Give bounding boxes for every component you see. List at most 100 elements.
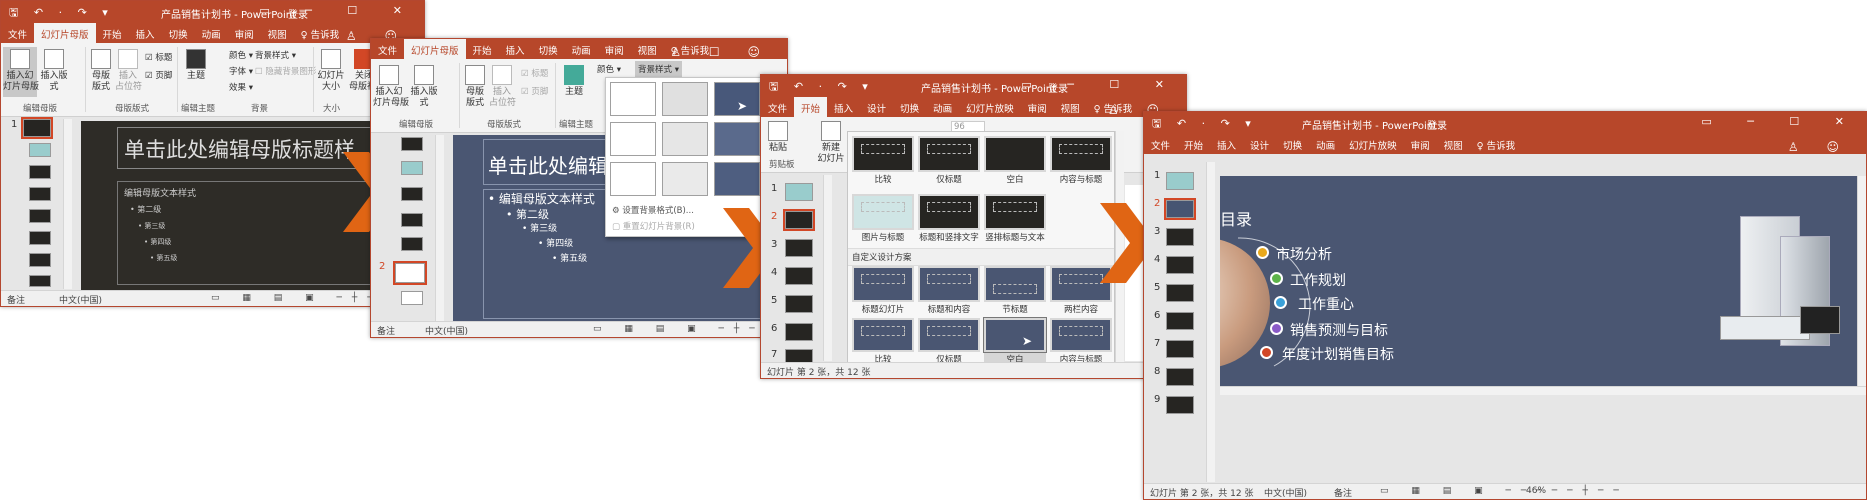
slide-thumbnail[interactable] xyxy=(785,183,813,201)
view-buttons[interactable]: ▭ ▦ ▤ ▣ ─┼─ xyxy=(593,324,765,334)
slide-thumbnail[interactable] xyxy=(785,349,813,363)
bg-style-option[interactable] xyxy=(714,162,760,196)
layout-option[interactable] xyxy=(852,318,914,352)
layout-option[interactable] xyxy=(852,266,914,302)
slide-thumbnail[interactable] xyxy=(1166,284,1194,302)
layout-option[interactable] xyxy=(1050,318,1112,352)
tab-insert[interactable]: 插入 xyxy=(499,39,532,59)
insert-layout-button[interactable]: 插入版式 xyxy=(39,49,69,93)
tab-transitions[interactable]: 切换 xyxy=(893,97,926,117)
layout-option[interactable] xyxy=(852,136,914,172)
tab-file[interactable]: 文件 xyxy=(371,39,404,59)
thumbnail-scrollbar[interactable] xyxy=(1206,162,1215,482)
bg-style-option[interactable] xyxy=(662,82,708,116)
insert-master-button[interactable]: 插入幻 灯片母版 xyxy=(3,47,39,97)
slide-thumbnail[interactable] xyxy=(1166,396,1194,414)
canvas-vertical-scrollbar[interactable] xyxy=(1857,176,1866,386)
master-layout-button[interactable]: 母版 版式 xyxy=(89,49,113,93)
tab-slideshow[interactable]: 幻灯片放映 xyxy=(1342,134,1404,154)
title-checkbox[interactable]: ☑ 标题 xyxy=(521,67,548,79)
effects-dropdown[interactable]: 效果 ▾ xyxy=(229,81,253,93)
window-controls[interactable]: ▭ ─ ☐ ✕ xyxy=(259,4,418,17)
bg-style-option[interactable] xyxy=(662,122,708,156)
zoom-level[interactable]: 46% xyxy=(1526,486,1546,496)
tab-review[interactable]: 审阅 xyxy=(228,23,261,43)
tab-view[interactable]: 视图 xyxy=(261,23,294,43)
bg-style-option[interactable] xyxy=(610,162,656,196)
tab-animations[interactable]: 动画 xyxy=(1309,134,1342,154)
paste-button[interactable]: 粘贴 xyxy=(765,121,791,154)
master-thumbnail[interactable] xyxy=(21,117,53,139)
tab-file[interactable]: 文件 xyxy=(761,97,794,117)
slide-thumbnail[interactable] xyxy=(785,323,813,341)
slide-thumbnail[interactable] xyxy=(1166,228,1194,246)
tab-home[interactable]: 开始 xyxy=(466,39,499,59)
layout-option[interactable] xyxy=(918,194,980,230)
tab-home[interactable]: 开始 xyxy=(96,23,129,43)
layout-thumbnail[interactable] xyxy=(401,237,423,251)
tab-review[interactable]: 审阅 xyxy=(598,39,631,59)
view-buttons[interactable]: ▭ ▦ ▤ ▣ ─────┼── xyxy=(1380,486,1629,496)
insert-placeholder-button[interactable]: 插入 占位符 xyxy=(489,65,516,109)
tab-review[interactable]: 审阅 xyxy=(1021,97,1054,117)
slide-thumbnail[interactable] xyxy=(1166,256,1194,274)
tab-file[interactable]: 文件 xyxy=(1144,134,1177,154)
tab-home[interactable]: 开始 xyxy=(794,97,828,117)
notes-button[interactable]: 备注 xyxy=(7,293,25,306)
quick-access-toolbar[interactable]: 🖫 ↶ · ↷ ▾ xyxy=(9,4,114,23)
tab-animations[interactable]: 动画 xyxy=(565,39,598,59)
insert-layout-button[interactable]: 插入版式 xyxy=(409,65,439,109)
layout-thumbnail[interactable] xyxy=(29,165,51,179)
layout-option[interactable] xyxy=(852,194,914,230)
reset-background-menu-item[interactable]: ▢ 重置幻灯片背景(R) xyxy=(612,220,695,232)
thumbnail-scrollbar[interactable] xyxy=(435,135,444,321)
tab-transitions[interactable]: 切换 xyxy=(162,23,195,43)
tab-transitions[interactable]: 切换 xyxy=(532,39,565,59)
colors-dropdown[interactable]: 颜色 ▾ xyxy=(597,63,621,75)
tab-slide-master[interactable]: 幻灯片母版 xyxy=(34,23,96,43)
notes-button[interactable]: 备注 xyxy=(377,324,395,337)
tab-slideshow[interactable]: 幻灯片放映 xyxy=(959,97,1021,117)
quick-access-toolbar[interactable]: 🖫 ↶ · ↷ ▾ xyxy=(769,78,874,97)
tab-animations[interactable]: 动画 xyxy=(195,23,228,43)
footer-checkbox[interactable]: ☑ 页脚 xyxy=(145,69,172,81)
layout-option[interactable] xyxy=(1050,136,1112,172)
tab-view[interactable]: 视图 xyxy=(631,39,664,59)
layout-thumbnail[interactable] xyxy=(401,291,423,305)
tab-insert[interactable]: 插入 xyxy=(1210,134,1243,154)
bg-style-option[interactable]: ➤ xyxy=(714,82,760,116)
slide-thumbnail[interactable] xyxy=(1166,368,1194,386)
tab-view[interactable]: 视图 xyxy=(1054,97,1087,117)
colors-dropdown[interactable]: 颜色 ▾ xyxy=(229,49,253,61)
slide-thumbnail[interactable] xyxy=(1166,172,1194,190)
layout-option[interactable] xyxy=(918,136,980,172)
tab-insert[interactable]: 插入 xyxy=(827,97,860,117)
bg-style-option[interactable] xyxy=(610,82,656,116)
master-layout-button[interactable]: 母版 版式 xyxy=(463,65,487,109)
slide-thumbnail[interactable] xyxy=(785,239,813,257)
account-icons[interactable]: ♙ ☐ ☺ xyxy=(663,41,779,61)
bg-style-option[interactable] xyxy=(662,162,708,196)
theme-button[interactable]: 主题 xyxy=(183,49,209,82)
selected-master-thumbnail[interactable] xyxy=(393,261,427,285)
format-background-menu-item[interactable]: ⚙ 设置背景格式(B)... xyxy=(612,204,694,216)
bg-style-option[interactable] xyxy=(714,122,760,156)
window-controls[interactable]: ▭ ─ ☐ ✕ xyxy=(1021,78,1180,91)
tab-slide-master[interactable]: 幻灯片母版 xyxy=(404,39,466,59)
layout-thumbnail[interactable] xyxy=(401,213,423,227)
bg-style-option[interactable] xyxy=(610,122,656,156)
fonts-dropdown[interactable]: 字体 ▾ xyxy=(229,65,253,77)
layout-option[interactable] xyxy=(918,318,980,352)
tab-file[interactable]: 文件 xyxy=(1,23,34,43)
tab-design[interactable]: 设计 xyxy=(1243,134,1276,154)
layout-thumbnail[interactable] xyxy=(29,209,51,223)
thumbnail-scrollbar[interactable] xyxy=(63,119,72,289)
new-slide-button[interactable]: 新建 幻灯片 xyxy=(815,121,847,165)
slide-size-button[interactable]: 幻灯片 大小 xyxy=(317,49,345,93)
insert-master-button[interactable]: 插入幻 灯片母版 xyxy=(373,65,409,109)
window-controls[interactable]: ▭ ─ ☐ ✕ xyxy=(1701,115,1860,128)
theme-button[interactable]: 主题 xyxy=(561,65,587,98)
layout-thumbnail[interactable] xyxy=(29,231,51,245)
layout-option[interactable] xyxy=(918,266,980,302)
layout-thumbnail[interactable] xyxy=(29,143,51,157)
